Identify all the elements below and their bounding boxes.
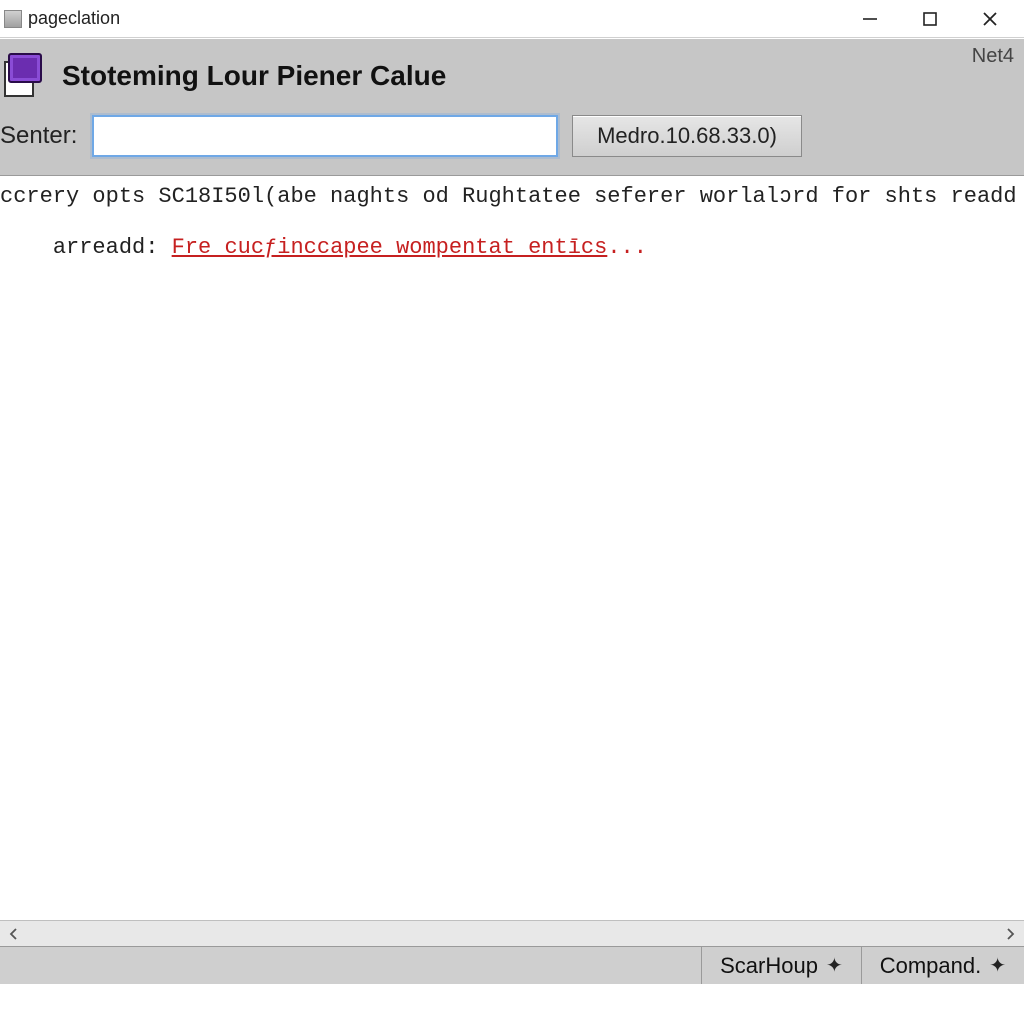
- status-label: ScarHoup: [720, 953, 818, 979]
- status-bar: ScarHoup ✦ Compand. ✦: [0, 946, 1024, 984]
- status-label: Compand.: [880, 953, 982, 979]
- output-prefix: arreadd:: [53, 235, 172, 260]
- scroll-left-button[interactable]: [2, 923, 26, 945]
- scrollbar-track[interactable]: [26, 921, 998, 946]
- output-area: ccrery opts SC18I50l(abe naghts od Rught…: [0, 176, 1024, 920]
- app-window-icon: [4, 10, 22, 28]
- close-icon: [981, 10, 999, 28]
- medro-button[interactable]: Medro.10.68.33.0): [572, 115, 802, 157]
- window-title: pageclation: [28, 8, 120, 29]
- output-suffix: ...: [607, 235, 647, 260]
- chevron-left-icon: [8, 928, 20, 940]
- arrow-right-icon: ✦: [989, 953, 1006, 978]
- close-button[interactable]: [960, 0, 1020, 38]
- page-title: Stoteming Lour Piener Calue: [62, 60, 446, 92]
- titlebar: pageclation: [0, 0, 1024, 38]
- output-link[interactable]: Fre cucƒinccapee wompentat entīcs: [172, 235, 608, 260]
- scroll-right-button[interactable]: [998, 923, 1022, 945]
- net-label: Net4: [972, 45, 1014, 68]
- status-compand[interactable]: Compand. ✦: [861, 947, 1024, 984]
- minimize-icon: [861, 10, 879, 28]
- app-logo-icon: [2, 53, 48, 99]
- header: Net4 Stoteming Lour Piener Calue Senter:…: [0, 38, 1024, 176]
- minimize-button[interactable]: [840, 0, 900, 38]
- senter-input[interactable]: [92, 115, 558, 157]
- horizontal-scrollbar[interactable]: [0, 920, 1024, 946]
- senter-label: Senter:: [0, 122, 78, 150]
- output-line: ccrery opts SC18I50l(abe naghts od Rught…: [0, 184, 1018, 209]
- chevron-right-icon: [1004, 928, 1016, 940]
- arrow-right-icon: ✦: [826, 953, 843, 978]
- maximize-icon: [921, 10, 939, 28]
- output-line: arreadd: Fre cucƒinccapee wompentat entī…: [0, 209, 1018, 285]
- maximize-button[interactable]: [900, 0, 960, 38]
- status-scarhoup[interactable]: ScarHoup ✦: [701, 947, 861, 984]
